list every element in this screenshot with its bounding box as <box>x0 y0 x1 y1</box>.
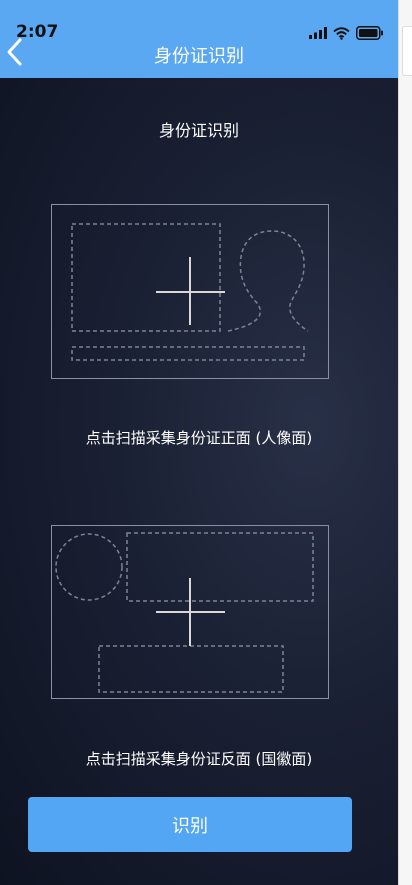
app-screen: 2:07 身份证识别 身份证识别 点击扫描采集身份证正面 (人像面) 点击扫描采… <box>0 0 398 885</box>
window-edge <box>398 0 412 885</box>
recognize-button[interactable]: 识别 <box>28 797 352 852</box>
back-side-scan-card[interactable] <box>51 525 329 699</box>
back-card-caption: 点击扫描采集身份证反面 (国徽面) <box>85 750 313 768</box>
navigation-bar: 2:07 身份证识别 <box>0 0 398 78</box>
wifi-icon <box>333 26 350 40</box>
front-card-caption: 点击扫描采集身份证正面 (人像面) <box>85 429 313 447</box>
plus-icon <box>156 578 225 646</box>
section-title: 身份证识别 <box>158 121 239 140</box>
page-title: 身份证识别 <box>154 46 244 67</box>
signal-icon <box>309 27 327 39</box>
battery-icon <box>356 26 383 40</box>
plus-icon <box>156 257 225 325</box>
edge-divider <box>398 0 399 885</box>
status-icons <box>309 24 384 42</box>
edge-tab <box>402 26 412 76</box>
front-side-scan-card[interactable] <box>51 204 329 379</box>
